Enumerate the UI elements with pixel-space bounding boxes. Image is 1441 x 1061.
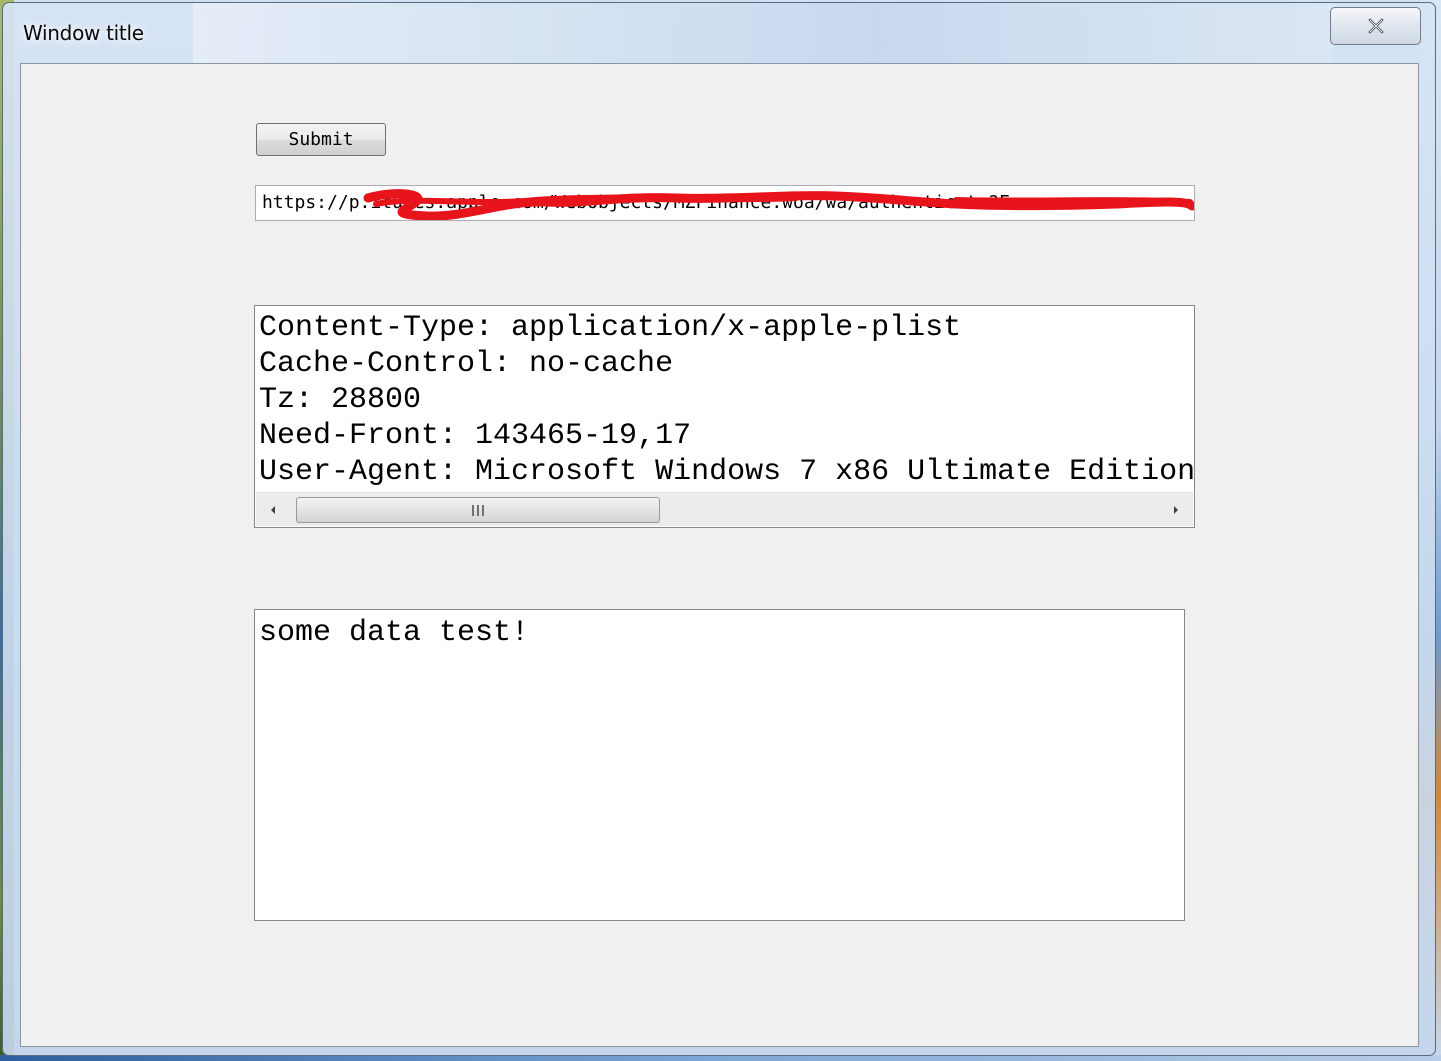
url-input-value: https://p.itunes.apple.com/WebObjects/MZ… (262, 192, 1043, 213)
scroll-right-button[interactable] (1159, 493, 1193, 526)
data-textarea[interactable]: some data test! (254, 609, 1185, 921)
arrow-left-icon (271, 505, 275, 514)
close-button[interactable] (1330, 7, 1421, 45)
title-bar-glass (193, 3, 1333, 65)
horizontal-scrollbar[interactable] (256, 492, 1193, 526)
scroll-left-button[interactable] (256, 493, 290, 526)
submit-button[interactable]: Submit (256, 123, 386, 156)
headers-text: Content-Type: application/x-apple-plist … (259, 311, 1194, 489)
headers-textarea[interactable]: Content-Type: application/x-apple-plist … (254, 305, 1195, 528)
scroll-thumb[interactable] (296, 497, 660, 523)
grip-icon (472, 505, 484, 516)
client-area: Submit https://p.itunes.apple.com/WebObj… (20, 63, 1419, 1047)
close-icon (1368, 18, 1383, 34)
url-input[interactable]: https://p.itunes.apple.com/WebObjects/MZ… (255, 185, 1195, 221)
arrow-right-icon (1174, 505, 1178, 514)
window-title: Window title (23, 21, 144, 45)
